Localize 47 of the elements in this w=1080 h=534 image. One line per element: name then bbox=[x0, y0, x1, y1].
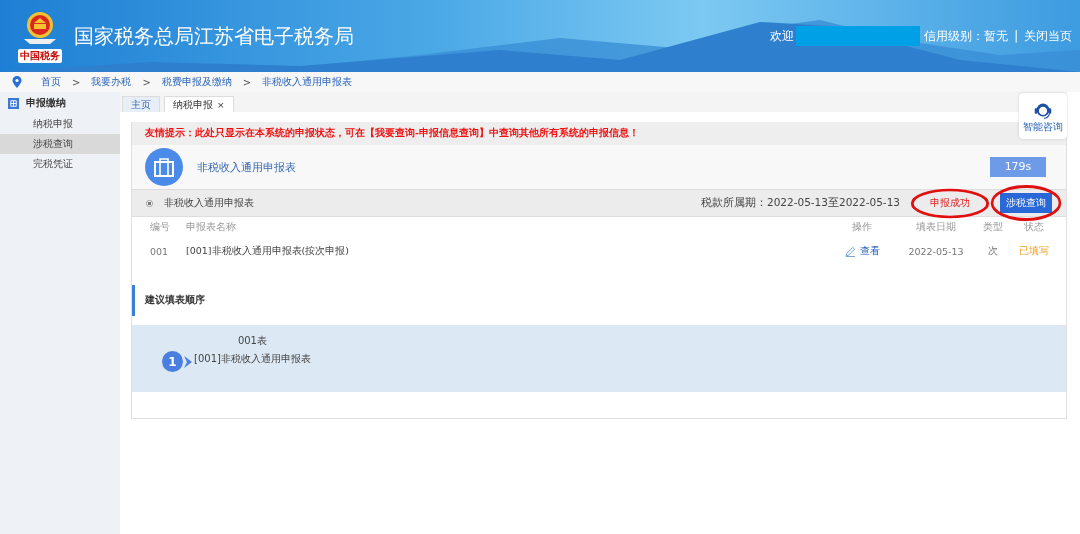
briefcase-icon bbox=[145, 148, 183, 186]
column-header: 填表日期 bbox=[915, 220, 957, 234]
step-name: [001]非税收入通用申报表 bbox=[194, 351, 311, 366]
logo-text: 中国税务 bbox=[18, 49, 62, 63]
tab[interactable]: 纳税申报 × bbox=[164, 96, 234, 112]
countdown-badge: 179s bbox=[990, 157, 1046, 177]
sidebar-item[interactable]: 纳税申报 bbox=[0, 114, 120, 134]
form-title: 非税收入通用申报表 bbox=[197, 159, 296, 175]
declaration-name: 非税收入通用申报表 bbox=[164, 196, 254, 210]
status-cell-text: 已填写 bbox=[1018, 244, 1050, 258]
table-cell-text: 001 bbox=[150, 245, 170, 257]
column-header: 状态 bbox=[1023, 220, 1045, 234]
location-pin-icon bbox=[12, 76, 22, 88]
column-header: 类型 bbox=[982, 220, 1004, 234]
sidebar-item[interactable]: 完税凭证 bbox=[0, 154, 120, 174]
pencil-icon bbox=[844, 245, 856, 257]
tax-period: 税款所属期：2022-05-13至2022-05-13 bbox=[700, 196, 900, 210]
divider-text: | bbox=[1014, 29, 1018, 43]
sidebar-item[interactable]: 涉税查询 bbox=[0, 134, 120, 154]
section-heading: 建议填表顺序 bbox=[132, 285, 1066, 316]
column-header: 编号 bbox=[150, 220, 171, 234]
site-title: 国家税务总局江苏省电子税务局 bbox=[74, 22, 354, 50]
table-cell-text: [001]非税收入通用申报表(按次申报) bbox=[186, 244, 350, 258]
tab[interactable]: 主页 bbox=[122, 96, 160, 112]
credit-level: 信用级别：暂无 bbox=[924, 28, 1009, 44]
breadcrumb-separator: > bbox=[142, 76, 151, 88]
consult-button[interactable]: 智能咨询 bbox=[1019, 93, 1067, 139]
table-cell-text: 次 bbox=[987, 244, 999, 258]
annotation-circle bbox=[990, 184, 1062, 222]
radio-button[interactable] bbox=[146, 199, 153, 207]
breadcrumb-separator: > bbox=[242, 76, 252, 88]
breadcrumb-link[interactable]: 我要办税 bbox=[91, 75, 132, 89]
breadcrumb-link[interactable]: 税费申报及缴纳 bbox=[161, 75, 232, 89]
table-cell-text: 2022-05-13 bbox=[907, 245, 965, 257]
sidebar-section-title: 申报缴纳 bbox=[26, 96, 66, 110]
declaration-status: 申报成功 bbox=[929, 196, 971, 210]
welcome-text: 欢迎 bbox=[770, 28, 795, 44]
breadcrumb-link[interactable]: 首页 bbox=[41, 75, 61, 89]
pointer-icon bbox=[184, 355, 192, 368]
column-header: 申报表名称 bbox=[186, 220, 237, 234]
column-header: 操作 bbox=[851, 220, 873, 234]
breadcrumb-separator: > bbox=[72, 76, 81, 88]
step-code: 001表 bbox=[237, 333, 267, 348]
view-link[interactable]: 查看 bbox=[859, 244, 880, 258]
grid-icon bbox=[8, 97, 19, 109]
breadcrumb-link[interactable]: 非税收入通用申报表 bbox=[262, 75, 353, 89]
tax-query-button[interactable]: 涉税查询 bbox=[1000, 193, 1052, 213]
